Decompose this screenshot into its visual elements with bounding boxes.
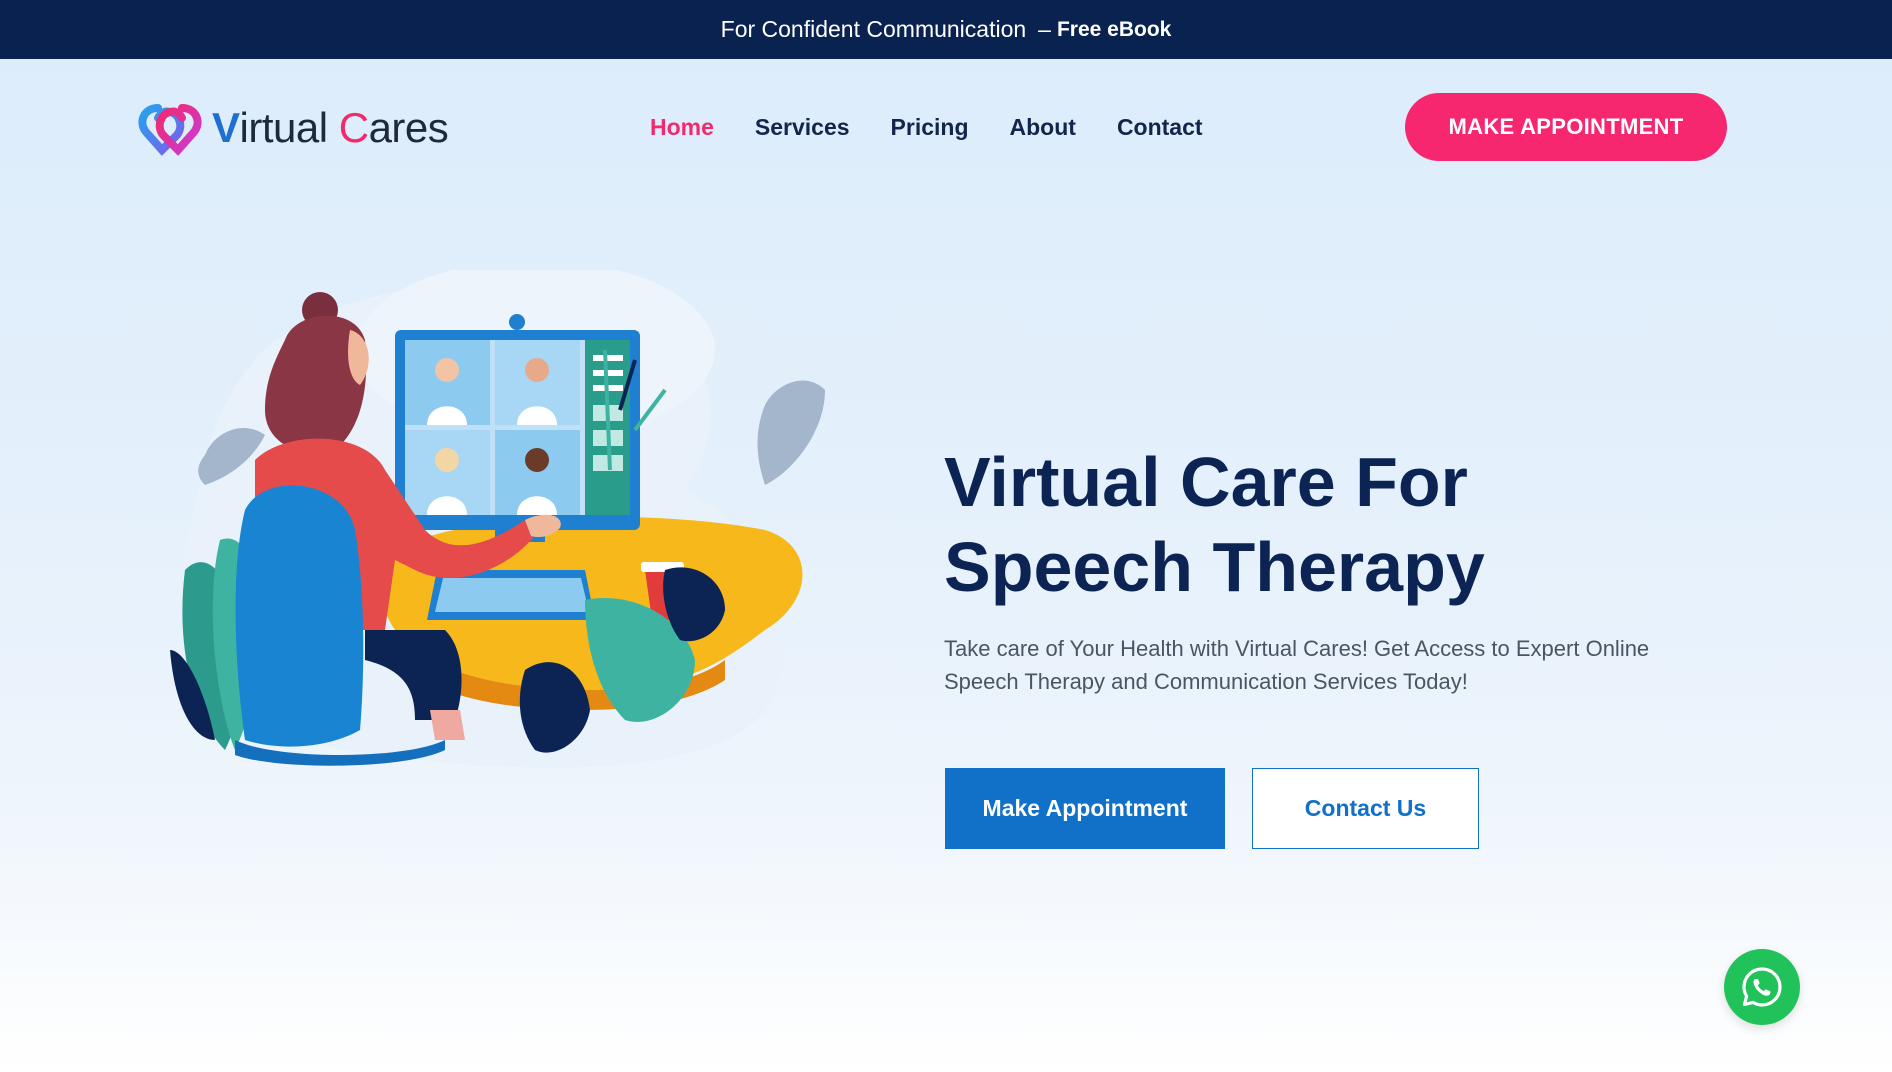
whatsapp-icon (1742, 967, 1782, 1007)
hero-title-line1: Virtual Care For (944, 443, 1468, 521)
logo-word-irtual: irtual (239, 104, 329, 151)
logo-wordmark: Virtual Cares (212, 104, 449, 152)
nav-pricing[interactable]: Pricing (891, 112, 969, 142)
contact-us-button[interactable]: Contact Us (1252, 768, 1479, 849)
nav-contact[interactable]: Contact (1117, 112, 1203, 142)
announcement-dash: – (1038, 16, 1051, 42)
logo-word-ares: ares (368, 104, 449, 151)
hero-subtitle: Take care of Your Health with Virtual Ca… (944, 632, 1744, 698)
hero-subtitle-line1: Take care of Your Health with Virtual Ca… (944, 636, 1650, 661)
hero-title-line2: Speech Therapy (944, 528, 1485, 606)
make-appointment-header-button[interactable]: MAKE APPOINTMENT (1405, 93, 1727, 161)
chair (235, 485, 364, 747)
logo-letter-c: C (338, 104, 369, 151)
heart-logo-icon (138, 104, 202, 156)
announcement-text: For Confident Communication (720, 16, 1027, 42)
nav-about[interactable]: About (1010, 112, 1076, 142)
hero-title: Virtual Care For Speech Therapy (944, 440, 1644, 610)
free-ebook-link[interactable]: Free eBook (1057, 18, 1171, 42)
make-appointment-button[interactable]: Make Appointment (945, 768, 1225, 849)
logo-letter-v: V (212, 104, 240, 151)
video-call-illustration (170, 270, 825, 768)
hero-subtitle-line2: Speech Therapy and Communication Service… (944, 669, 1468, 694)
nav-home[interactable]: Home (650, 112, 714, 142)
announcement-bar: For Confident Communication – Free eBook (0, 0, 1892, 59)
main-nav: Home Services Pricing About Contact (650, 112, 1244, 142)
grey-leaf-right (757, 380, 825, 485)
whatsapp-button[interactable] (1724, 949, 1800, 1025)
nav-services[interactable]: Services (755, 112, 850, 142)
site-logo[interactable]: Virtual Cares (136, 100, 449, 156)
